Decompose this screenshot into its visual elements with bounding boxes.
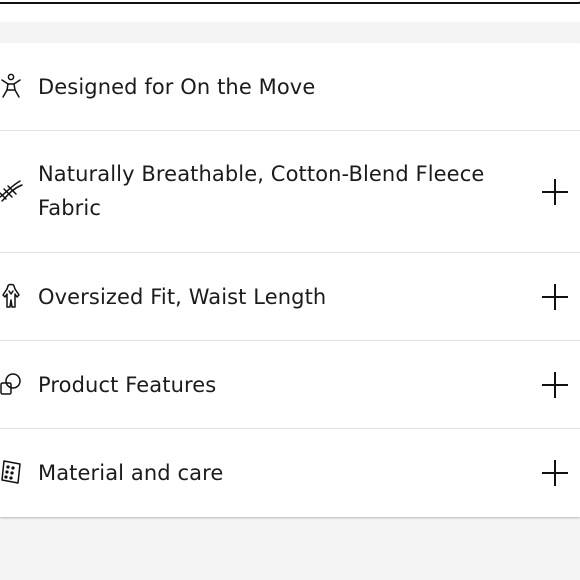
top-section [0, 0, 580, 22]
feature-label: Oversized Fit, Waist Length [38, 285, 327, 309]
product-features-icon [0, 371, 24, 397]
feature-label: Material and care [38, 461, 224, 485]
person-arms-raised-icon [0, 73, 24, 99]
expand-plus-icon[interactable] [542, 460, 568, 486]
feature-row-on-the-move: Designed for On the Move [0, 43, 580, 131]
feature-label: Naturally Breathable, Cotton-Blend Fleec… [38, 162, 485, 220]
product-details-page: Designed for On the Move Naturally Breat… [0, 0, 580, 580]
expand-plus-icon[interactable] [542, 284, 568, 310]
feature-label: Product Features [38, 373, 217, 397]
feature-row-fit[interactable]: Oversized Fit, Waist Length [0, 253, 580, 341]
expand-plus-icon[interactable] [542, 179, 568, 205]
feature-label: Designed for On the Move [38, 75, 316, 99]
feature-row-fabric[interactable]: Naturally Breathable, Cotton-Blend Fleec… [0, 131, 580, 253]
features-accordion: Designed for On the Move Naturally Breat… [0, 43, 580, 517]
expand-plus-icon[interactable] [542, 372, 568, 398]
hoodie-fit-icon [0, 283, 24, 309]
fabric-weave-icon [0, 177, 24, 203]
care-label-icon [0, 459, 24, 485]
top-button-edge[interactable] [0, 0, 580, 4]
feature-row-material-care[interactable]: Material and care [0, 429, 580, 517]
feature-row-product-features[interactable]: Product Features [0, 341, 580, 429]
